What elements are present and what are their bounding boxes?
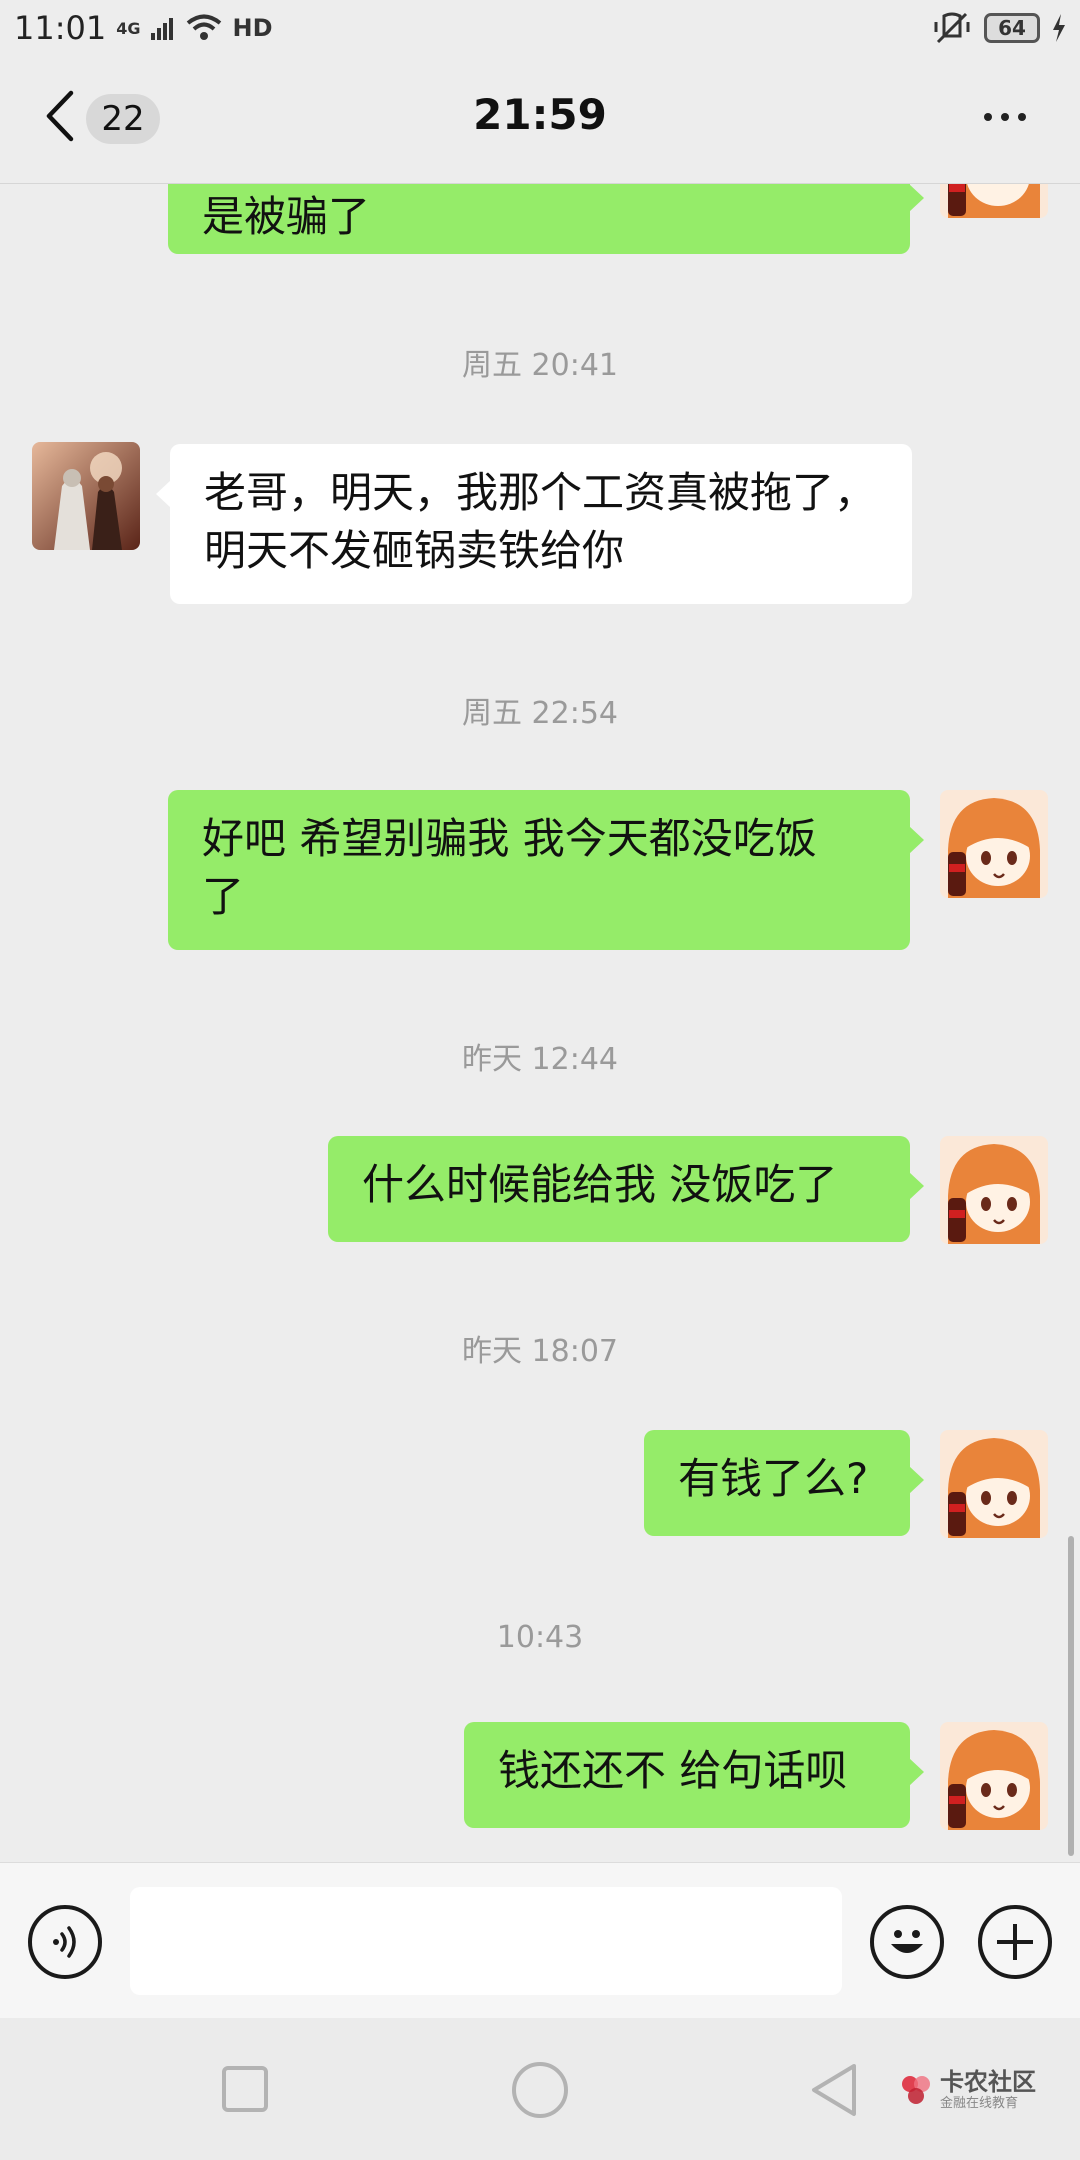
- message-text: 什么时候能给我 没饭吃了: [362, 1160, 838, 1209]
- message-timestamp: 昨天 12:44: [462, 1042, 618, 1077]
- message-bubble[interactable]: 什么时候能给我 没饭吃了: [328, 1136, 924, 1242]
- anime-girl-avatar-icon: [940, 790, 1048, 898]
- watermark: 卡农社区 金融在线教育: [898, 2070, 1036, 2110]
- system-nav-bar: 卡农社区 金融在线教育: [0, 2018, 1080, 2160]
- contact-avatar[interactable]: [32, 442, 140, 550]
- anime-girl-avatar-icon: [940, 1430, 1048, 1538]
- recent-apps-icon[interactable]: [222, 2066, 268, 2112]
- chat-messages[interactable]: 是被骗了 周五 20:41 老哥，明天，我那个工资真被拖了， 明天不发砸锅卖铁给…: [0, 184, 1080, 1862]
- chat-title: 21:59: [473, 90, 607, 139]
- plus-icon: [997, 1924, 1033, 1960]
- my-avatar[interactable]: [940, 1722, 1048, 1830]
- message-bubble[interactable]: 是被骗了: [168, 184, 924, 254]
- back-button[interactable]: [40, 86, 80, 146]
- message-bubble[interactable]: 老哥，明天，我那个工资真被拖了， 明天不发砸锅卖铁给你: [156, 444, 912, 604]
- watermark-sub-text: 金融在线教育: [940, 2096, 1019, 2111]
- status-time: 11:01: [14, 9, 107, 47]
- anime-girl-avatar-icon: [940, 1722, 1048, 1830]
- voice-button[interactable]: [28, 1905, 102, 1979]
- watermark-main-text: 卡农社区: [940, 2068, 1036, 2096]
- my-avatar[interactable]: [940, 790, 1048, 898]
- my-avatar[interactable]: [940, 1430, 1048, 1538]
- more-dots-icon: [984, 113, 992, 121]
- message-text-line: 了: [202, 872, 245, 921]
- message-text-line: 老哥，明天，我那个工资真被拖了，: [204, 468, 877, 517]
- input-bar: [0, 1862, 1080, 2018]
- home-icon[interactable]: [512, 2062, 568, 2118]
- message-timestamp: 10:43: [496, 1620, 584, 1655]
- message-timestamp: 昨天 18:07: [462, 1334, 618, 1369]
- chat-header: 22 21:59: [0, 56, 1080, 184]
- unread-count-badge[interactable]: 22: [86, 94, 160, 144]
- message-timestamp: 周五 22:54: [462, 696, 618, 731]
- chat-scrollbar[interactable]: [1068, 1536, 1074, 1856]
- message-text-line: 好吧 希望别骗我 我今天都没吃饭: [202, 814, 817, 863]
- my-avatar[interactable]: [940, 1136, 1048, 1244]
- message-timestamp: 周五 20:41: [462, 348, 618, 383]
- message-input[interactable]: [130, 1887, 842, 1995]
- watermark-logo-icon: [902, 2076, 930, 2104]
- message-bubble[interactable]: 有钱了么?: [644, 1430, 924, 1536]
- emoji-button[interactable]: [870, 1905, 944, 1979]
- status-bar: 11:01 4G HD 64: [0, 0, 1080, 56]
- wifi-icon: [186, 14, 222, 42]
- my-avatar[interactable]: [940, 184, 1048, 218]
- voice-icon: [53, 1926, 76, 1958]
- message-bubble[interactable]: 钱还还不 给句话呗: [464, 1722, 924, 1828]
- charging-icon: [1052, 14, 1066, 42]
- nav-back-icon[interactable]: [808, 2062, 860, 2118]
- message-text: 是被骗了: [202, 192, 371, 241]
- anime-girl-avatar-icon: [940, 184, 1048, 218]
- message-text: 钱还还不 给句话呗: [498, 1746, 848, 1795]
- hd-label: HD: [232, 14, 273, 42]
- vibrate-icon: [932, 12, 972, 44]
- message-text-line: 明天不发砸锅卖铁给你: [204, 526, 625, 575]
- contact-photo-icon: [32, 442, 140, 550]
- anime-girl-avatar-icon: [940, 1136, 1048, 1244]
- battery-indicator: 64: [984, 13, 1040, 43]
- signal-icon: [150, 15, 176, 41]
- message-bubble[interactable]: 好吧 希望别骗我 我今天都没吃饭 了: [168, 790, 924, 950]
- chevron-left-icon: [46, 90, 74, 142]
- more-button[interactable]: [970, 92, 1040, 142]
- emoji-icon: [891, 1930, 923, 1953]
- network-label: 4G: [116, 18, 141, 38]
- message-text: 有钱了么?: [678, 1454, 869, 1503]
- more-functions-button[interactable]: [978, 1905, 1052, 1979]
